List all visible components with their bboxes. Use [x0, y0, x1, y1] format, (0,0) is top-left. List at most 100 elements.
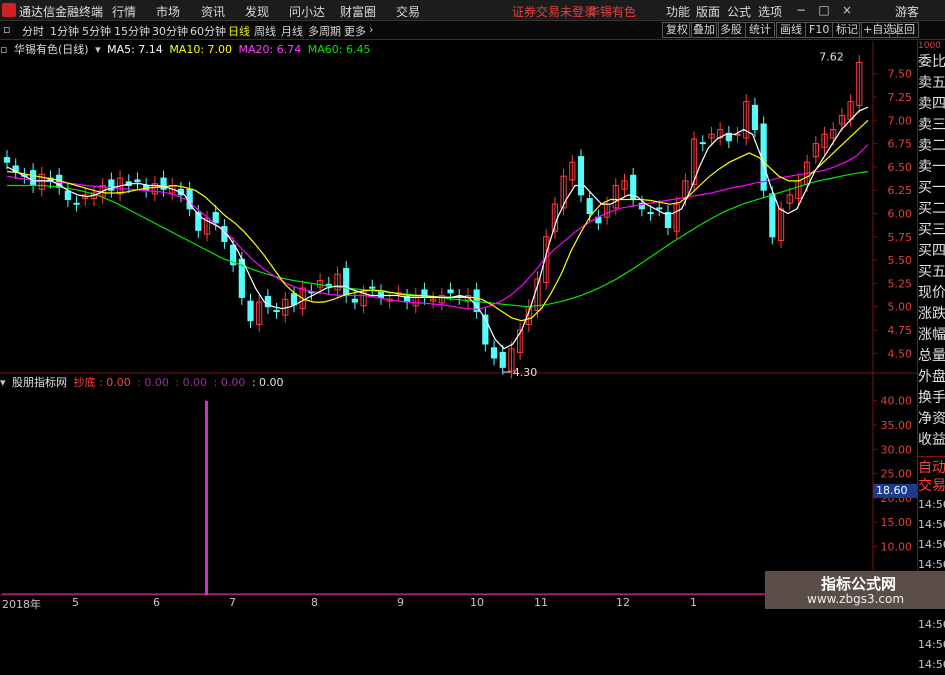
price-label-10: 5.00 [888, 301, 913, 314]
price-label-4: 6.50 [888, 161, 913, 174]
btn-back[interactable]: 返回 [889, 22, 919, 38]
side-field-14: 总量 [918, 348, 945, 364]
app-logo-icon [2, 3, 16, 17]
menu-market-quotes[interactable]: 行情 [112, 3, 136, 20]
tab-period-weekly[interactable]: 周线 [254, 23, 276, 39]
price-legend: ▫ 华锡有色(日线) ▾ MA5: 7.14 MA10: 7.00 MA20: … [0, 41, 373, 56]
btn-f10[interactable]: F10 [805, 22, 834, 38]
dropdown-icon[interactable]: ▾ [95, 43, 101, 56]
menu-market[interactable]: 市场 [156, 3, 180, 20]
maximize-icon[interactable]: □ [816, 2, 832, 18]
minimize-icon[interactable]: − [793, 2, 809, 18]
btn-draw[interactable]: 画线 [776, 22, 806, 38]
menu-wealth-circle[interactable]: 财富圈 [340, 3, 376, 20]
side-field-10: 买五 [918, 264, 945, 280]
tab-period-monthly[interactable]: 月线 [281, 23, 303, 39]
side-field-17: 净资 [918, 411, 945, 427]
app-title: 通达信金融终端 [19, 5, 104, 19]
ma10-label: MA10: 7.00 [169, 43, 233, 56]
more-arrow-icon[interactable]: › [369, 23, 373, 36]
tab-period-more[interactable]: 更多 [344, 23, 366, 39]
btn-overlay[interactable]: 叠加 [689, 22, 719, 38]
candle-body-28 [247, 300, 254, 322]
trade-time-8: 14:56 [918, 658, 945, 671]
side-field-5: 卖一 [918, 159, 945, 175]
tab-period-daily[interactable]: 日线 [228, 23, 250, 39]
side-top-label: 1000 [918, 41, 941, 51]
ma5-line [6, 106, 869, 350]
btn-mark[interactable]: 标记 [832, 22, 862, 38]
ma5-label: MA5: 7.14 [107, 43, 163, 56]
candle-body-80 [699, 142, 706, 145]
toolbar-toggle-icon[interactable]: ▫ [3, 23, 10, 36]
side-field-1: 卖五 [918, 75, 945, 91]
btn-stats[interactable]: 统计 [745, 22, 775, 38]
candle-body-0 [3, 157, 11, 163]
btn-multi-stock[interactable]: 多股 [716, 22, 746, 38]
candle-body-67 [586, 198, 593, 214]
menu-news[interactable]: 资讯 [201, 3, 225, 20]
trade-login-warning[interactable]: 证券交易未登录 [512, 3, 596, 20]
tab-period-15min[interactable]: 15分钟 [114, 23, 150, 39]
x-label-7: 11 [534, 596, 548, 609]
ind-label-3: 25.00 [881, 468, 913, 481]
candle-body-86 [751, 104, 759, 131]
candle-body-51 [447, 289, 454, 294]
tab-period-1min[interactable]: 1分钟 [50, 23, 79, 39]
candle-body-39 [343, 268, 350, 297]
side-field-13: 涨幅 [918, 327, 945, 343]
side-lower-0[interactable]: 自动 [918, 459, 945, 477]
btn-adjust[interactable]: 复权 [662, 22, 692, 38]
indicator-dropdown-icon[interactable]: ▾ [0, 376, 6, 389]
price-label-11: 4.75 [888, 324, 913, 337]
trade-time-1: 14:56 [918, 518, 945, 531]
x-label-8: 12 [616, 596, 630, 609]
menu-layout[interactable]: 版面 [696, 3, 720, 20]
current-indicator-value: 18.60 [873, 484, 917, 498]
tab-period-5min[interactable]: 5分钟 [82, 23, 111, 39]
price-label-12: 4.50 [888, 347, 913, 360]
indicator-value-4: : 0.00 [213, 376, 246, 389]
watermark-title: 指标公式网 [821, 575, 897, 593]
x-label-9: 1 [690, 596, 697, 609]
indicator-name[interactable]: 股朋指标网 [12, 376, 67, 389]
tab-period-intraday[interactable]: 分时 [22, 23, 44, 39]
ind-label-0: 40.00 [881, 395, 913, 408]
tab-period-multi[interactable]: 多周期 [308, 23, 341, 39]
close-icon[interactable]: × [839, 2, 855, 18]
x-label-1: 5 [72, 596, 79, 609]
indicator-legend: ▾ 股朋指标网 抄底 : 0.00 : 0.00 : 0.00 : 0.00 :… [0, 374, 287, 389]
price-label-9: 5.25 [888, 277, 913, 290]
side-lower-1[interactable]: 交易 [918, 477, 945, 495]
side-field-6: 买一 [918, 180, 945, 196]
menu-options[interactable]: 选项 [758, 3, 782, 20]
menu-discover[interactable]: 发现 [245, 3, 269, 20]
side-field-16: 换手 [918, 390, 945, 406]
user-label[interactable]: 游客 [895, 3, 919, 20]
ind-label-5: 15.00 [881, 516, 913, 529]
collapse-icon[interactable]: ▫ [0, 43, 7, 56]
candle-body-3 [29, 170, 37, 187]
side-field-3: 卖三 [918, 117, 945, 133]
ma20-label: MA20: 6.74 [238, 43, 302, 56]
ma60-label: MA60: 6.45 [307, 43, 371, 56]
candle-body-42 [369, 286, 376, 289]
menu-function[interactable]: 功能 [666, 3, 690, 20]
menu-ask[interactable]: 问小达 [289, 3, 325, 20]
title-bar: 通达信金融终端 行情 市场 资讯 发现 问小达 财富圈 交易 证券交易未登录 华… [0, 0, 945, 21]
menu-formula[interactable]: 公式 [727, 3, 751, 20]
candle-body-56 [490, 347, 498, 359]
side-field-18: 收益 [918, 432, 945, 448]
side-field-0: 委比 [918, 54, 945, 70]
candle-body-66 [577, 156, 585, 196]
tab-period-30min[interactable]: 30分钟 [152, 23, 188, 39]
indicator-value-1: : 0.00 [99, 376, 131, 389]
price-label-2: 7.00 [888, 114, 913, 127]
ind-label-2: 30.00 [881, 443, 913, 456]
candle-body-76 [664, 212, 672, 228]
candle-body-57 [499, 351, 506, 368]
date-axis: 2018年 5 6 7 8 9 10 11 12 1 [0, 596, 873, 611]
period-toolbar: ▫ 分时 1分钟 5分钟 15分钟 30分钟 60分钟 日线 周线 月线 多周期… [0, 21, 945, 40]
tab-period-60min[interactable]: 60分钟 [190, 23, 226, 39]
menu-trade[interactable]: 交易 [396, 3, 420, 20]
